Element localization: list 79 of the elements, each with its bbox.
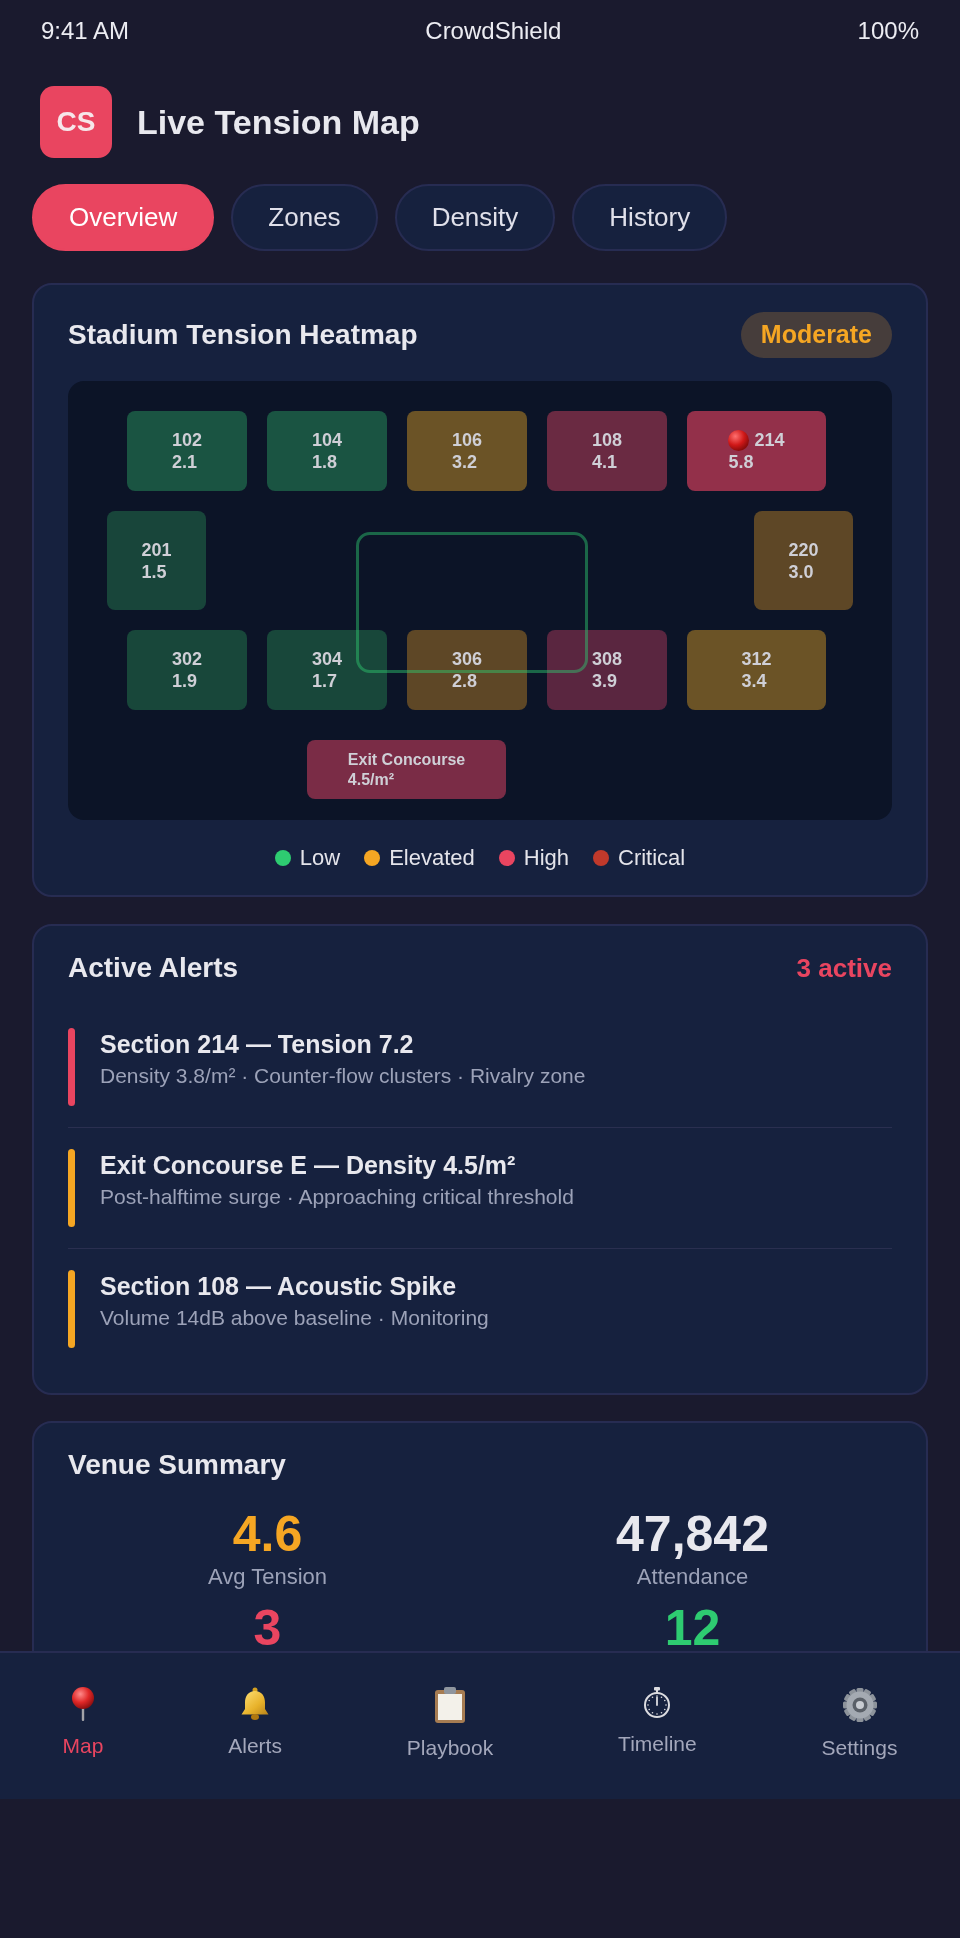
section-tile[interactable]: Exit Concourse 4.5/m² — [307, 740, 506, 799]
tab[interactable]: History — [572, 184, 728, 251]
zone-name: Exit Concourse — [347, 749, 466, 770]
section-number: 308 — [591, 648, 622, 670]
legend-label: High — [523, 845, 569, 871]
section-number: 108 — [591, 429, 622, 451]
stat-value: 12 — [664, 1600, 721, 1651]
card-title: Venue Summary — [68, 1449, 287, 1481]
card-title: Active Alerts — [68, 951, 239, 985]
section-number: 306 — [451, 648, 482, 670]
tab[interactable]: Density — [394, 184, 556, 251]
tab[interactable]: Zones — [231, 184, 378, 251]
tension-value: 1.7 — [311, 670, 337, 692]
density-value: 4.5/m² — [347, 769, 395, 790]
section-tile[interactable]: 108 4.1 — [547, 411, 667, 491]
tension-value: 2.1 — [171, 451, 197, 473]
alert-count: 3 active — [796, 951, 892, 985]
section-tile[interactable]: 102 2.1 — [127, 411, 247, 491]
tension-value: 3.9 — [591, 670, 617, 692]
nav-tab[interactable]: Map — [62, 1687, 104, 1759]
section-number: 304 — [311, 648, 342, 670]
settings-icon — [841, 1687, 878, 1723]
section-tile[interactable]: 306 2.8 — [407, 630, 527, 710]
battery-percentage: 100% — [857, 16, 919, 46]
bell-icon — [241, 1687, 270, 1721]
alert-detail: Volume 14dB above baseline · Monitoring — [100, 1305, 489, 1331]
section-tile[interactable]: 304 1.7 — [267, 630, 387, 710]
stat-value: 4.6 — [232, 1506, 303, 1563]
legend-label: Elevated — [389, 845, 475, 871]
section-number: 104 — [311, 429, 342, 451]
alert-detail: Density 3.8/m² · Counter-flow clusters · Rivalry zone — [100, 1063, 586, 1089]
tension-value: 1.5 — [141, 560, 167, 583]
stat-value: 3 — [253, 1600, 282, 1651]
card-title: Stadium Tension Heatmap — [68, 318, 418, 352]
section-number: 214 — [754, 429, 785, 451]
tension-value: 2.8 — [451, 670, 477, 692]
tension-value: 1.9 — [171, 670, 197, 692]
tension-value: 4.1 — [591, 451, 617, 473]
nav-tab[interactable]: Alerts — [228, 1687, 282, 1759]
section-tile[interactable]: 220 3.0 — [754, 511, 853, 610]
section-tile[interactable]: 308 3.9 — [547, 630, 667, 710]
tab[interactable]: Overview — [32, 184, 215, 251]
status-badge: Moderate — [740, 312, 892, 358]
section-number: 220 — [788, 538, 819, 561]
nav-tab[interactable]: Settings — [821, 1687, 898, 1761]
stopwatch-icon — [643, 1687, 672, 1719]
section-tile[interactable]: 312 3.4 — [687, 630, 826, 710]
section-tile[interactable]: 201 1.5 — [107, 511, 206, 610]
alert-detail: Post-halftime surge · Approaching critical threshold — [100, 1184, 574, 1210]
section-tile[interactable]: 106 3.2 — [407, 411, 527, 491]
page-title: Live Tension Map — [137, 101, 420, 143]
nav-tab[interactable]: Timeline — [618, 1687, 697, 1757]
clipboard-icon — [435, 1687, 465, 1723]
section-number: 106 — [451, 429, 482, 451]
alert-title[interactable]: Section 214 — Tension 7.2 — [100, 1028, 586, 1060]
tension-value: 3.4 — [741, 670, 767, 692]
section-number: 201 — [141, 538, 172, 561]
section-tile[interactable]: 214 5.8 — [687, 411, 826, 491]
section-tile[interactable]: 104 1.8 — [267, 411, 387, 491]
stat-label: Avg Tension — [207, 1563, 328, 1591]
status-time: 9:41 AM — [41, 16, 130, 46]
app-name: CrowdShield — [425, 16, 562, 46]
pin-icon — [70, 1687, 95, 1721]
section-number: 302 — [171, 648, 202, 670]
tension-value: 3.2 — [451, 451, 477, 473]
nav-tab[interactable]: Playbook — [406, 1687, 494, 1761]
tension-value: 3.0 — [788, 560, 814, 583]
section-number: 102 — [171, 429, 202, 451]
legend-label: Critical — [618, 845, 686, 871]
alert-title[interactable]: Exit Concourse E — Density 4.5/m² — [100, 1149, 574, 1181]
section-tile[interactable]: 302 1.9 — [127, 630, 247, 710]
tension-value: 1.8 — [311, 451, 337, 473]
section-number: 312 — [741, 648, 772, 670]
app-logo: CS — [40, 86, 112, 158]
legend-label: Low — [299, 845, 341, 871]
stat-label: Attendance — [636, 1563, 749, 1591]
alert-title[interactable]: Section 108 — Acoustic Spike — [100, 1270, 489, 1302]
stat-value: 47,842 — [616, 1506, 769, 1563]
tension-value: 5.8 — [728, 451, 754, 473]
